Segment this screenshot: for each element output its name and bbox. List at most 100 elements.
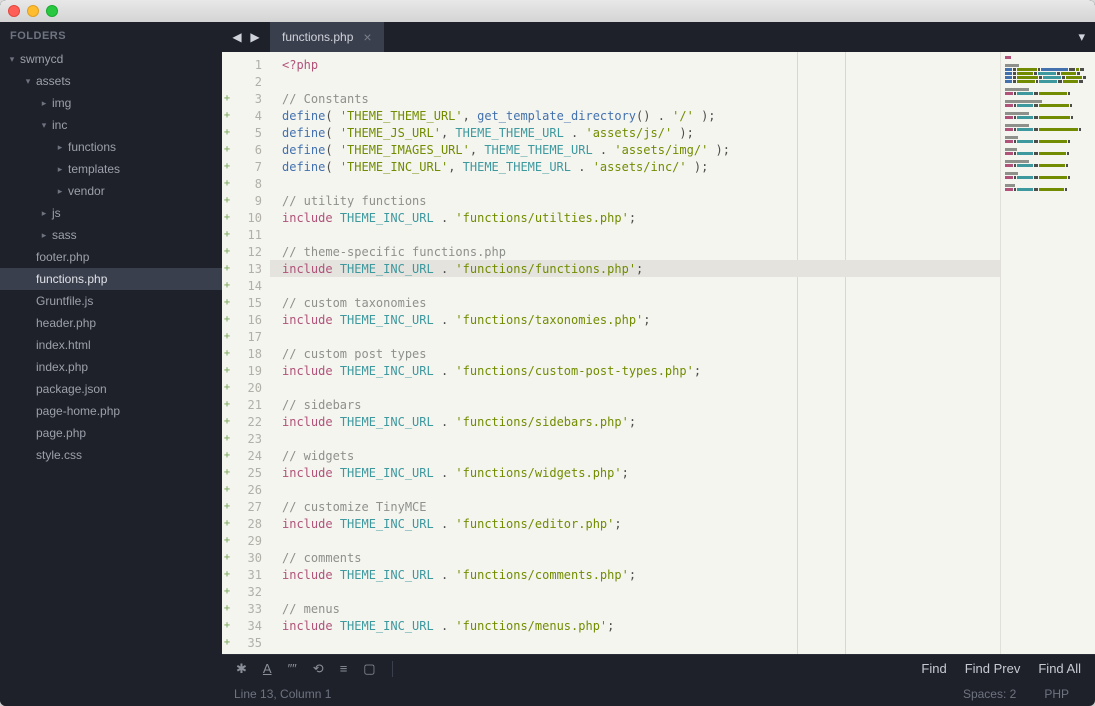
minimap[interactable] (1000, 52, 1095, 654)
gutter-line[interactable]: +9 (222, 192, 270, 209)
gutter-line[interactable]: +30 (222, 549, 270, 566)
wrap-icon[interactable]: ⟲ (313, 661, 324, 677)
tree-file[interactable]: functions.php (0, 268, 222, 290)
tree-folder[interactable]: ▸templates (0, 158, 222, 180)
code-line[interactable]: include THEME_INC_URL . 'functions/sideb… (270, 413, 1000, 430)
chevron-right-icon[interactable]: ▸ (54, 163, 66, 175)
gutter-line[interactable]: 2 (222, 73, 270, 90)
tree-folder[interactable]: ▾swmycd (0, 48, 222, 70)
folder-tree[interactable]: ▾swmycd▾assets▸img▾inc▸functions▸templat… (0, 48, 222, 706)
gutter-line[interactable]: +13 (222, 260, 270, 277)
tab-menu-icon[interactable]: ▾ (1068, 22, 1095, 52)
gutter-line[interactable]: +35 (222, 634, 270, 651)
tree-folder[interactable]: ▸img (0, 92, 222, 114)
chevron-right-icon[interactable]: ▸ (38, 207, 50, 219)
gutter-line[interactable]: +11 (222, 226, 270, 243)
chevron-down-icon[interactable]: ▾ (22, 75, 34, 87)
whole-word-icon[interactable]: ″″ (288, 661, 297, 676)
gutter-line[interactable]: +29 (222, 532, 270, 549)
titlebar[interactable] (0, 0, 1095, 22)
code-line[interactable] (270, 430, 1000, 447)
code-line[interactable] (270, 583, 1000, 600)
code-view[interactable]: 12+3+4+5+6+7+8+9+10+11+12+13+14+15+16+17… (222, 52, 1095, 654)
tree-file[interactable]: index.php (0, 356, 222, 378)
find-all-button[interactable]: Find All (1038, 661, 1081, 676)
find-prev-button[interactable]: Find Prev (965, 661, 1021, 676)
gutter-line[interactable]: +21 (222, 396, 270, 413)
tree-folder[interactable]: ▾inc (0, 114, 222, 136)
gutter-line[interactable]: +26 (222, 481, 270, 498)
find-button[interactable]: Find (921, 661, 946, 676)
gutter-line[interactable]: +24 (222, 447, 270, 464)
gutter-line[interactable]: +8 (222, 175, 270, 192)
tab-next-icon[interactable]: ▶ (248, 30, 262, 44)
maximize-icon[interactable] (46, 5, 58, 17)
gutter-line[interactable]: +6 (222, 141, 270, 158)
tree-folder[interactable]: ▸sass (0, 224, 222, 246)
code-line[interactable]: define( 'THEME_THEME_URL', get_template_… (270, 107, 1000, 124)
gutter-line[interactable]: +18 (222, 345, 270, 362)
chevron-right-icon[interactable]: ▸ (54, 185, 66, 197)
code-line[interactable]: include THEME_INC_URL . 'functions/widge… (270, 464, 1000, 481)
gutter-line[interactable]: +5 (222, 124, 270, 141)
code-line[interactable]: // menus (270, 600, 1000, 617)
gutter-line[interactable]: 1 (222, 56, 270, 73)
tab-active[interactable]: functions.php × (270, 22, 385, 52)
code-line[interactable]: <?php (270, 56, 1000, 73)
code-line[interactable]: include THEME_INC_URL . 'functions/funct… (270, 260, 1000, 277)
code-line[interactable] (270, 532, 1000, 549)
code-line[interactable]: // custom post types (270, 345, 1000, 362)
code-line[interactable] (270, 634, 1000, 651)
code-line[interactable] (270, 379, 1000, 396)
code-line[interactable]: // widgets (270, 447, 1000, 464)
code-line[interactable]: // theme-specific functions.php (270, 243, 1000, 260)
gutter-line[interactable]: +16 (222, 311, 270, 328)
code-line[interactable]: include THEME_INC_URL . 'functions/utilt… (270, 209, 1000, 226)
code-line[interactable] (270, 277, 1000, 294)
gutter-line[interactable]: +23 (222, 430, 270, 447)
gutter-line[interactable]: +3 (222, 90, 270, 107)
code-line[interactable] (270, 328, 1000, 345)
code-line[interactable]: // comments (270, 549, 1000, 566)
status-spaces[interactable]: Spaces: 2 (949, 687, 1030, 701)
tree-folder[interactable]: ▸js (0, 202, 222, 224)
tree-folder[interactable]: ▾assets (0, 70, 222, 92)
chevron-down-icon[interactable]: ▾ (38, 119, 50, 131)
gutter-line[interactable]: +15 (222, 294, 270, 311)
gutter[interactable]: 12+3+4+5+6+7+8+9+10+11+12+13+14+15+16+17… (222, 52, 270, 654)
regex-icon[interactable]: ✱ (236, 661, 247, 677)
code-line[interactable]: include THEME_INC_URL . 'functions/taxon… (270, 311, 1000, 328)
code-body[interactable]: <?php // Constantsdefine( 'THEME_THEME_UR… (270, 52, 1000, 654)
code-line[interactable] (270, 226, 1000, 243)
gutter-line[interactable]: +33 (222, 600, 270, 617)
gutter-line[interactable]: +32 (222, 583, 270, 600)
code-line[interactable]: // utility functions (270, 192, 1000, 209)
code-line[interactable]: // custom taxonomies (270, 294, 1000, 311)
tree-file[interactable]: package.json (0, 378, 222, 400)
gutter-line[interactable]: +28 (222, 515, 270, 532)
tree-folder[interactable]: ▸functions (0, 136, 222, 158)
tree-file[interactable]: style.css (0, 444, 222, 466)
tree-file[interactable]: page-home.php (0, 400, 222, 422)
chevron-down-icon[interactable]: ▾ (6, 53, 18, 65)
code-line[interactable]: // customize TinyMCE (270, 498, 1000, 515)
chevron-right-icon[interactable]: ▸ (54, 141, 66, 153)
code-line[interactable]: // Constants (270, 90, 1000, 107)
tree-file[interactable]: index.html (0, 334, 222, 356)
gutter-line[interactable]: +17 (222, 328, 270, 345)
code-line[interactable] (270, 73, 1000, 90)
gutter-line[interactable]: +7 (222, 158, 270, 175)
case-icon[interactable]: A (263, 661, 272, 676)
gutter-line[interactable]: +31 (222, 566, 270, 583)
gutter-line[interactable]: +22 (222, 413, 270, 430)
code-line[interactable] (270, 175, 1000, 192)
tree-file[interactable]: Gruntfile.js (0, 290, 222, 312)
gutter-line[interactable]: +4 (222, 107, 270, 124)
code-line[interactable]: define( 'THEME_IMAGES_URL', THEME_THEME_… (270, 141, 1000, 158)
code-line[interactable]: include THEME_INC_URL . 'functions/menus… (270, 617, 1000, 634)
tree-folder[interactable]: ▸vendor (0, 180, 222, 202)
minimize-icon[interactable] (27, 5, 39, 17)
selection-icon[interactable]: ≡ (340, 661, 348, 676)
code-line[interactable] (270, 481, 1000, 498)
tab-prev-icon[interactable]: ◀ (230, 30, 244, 44)
